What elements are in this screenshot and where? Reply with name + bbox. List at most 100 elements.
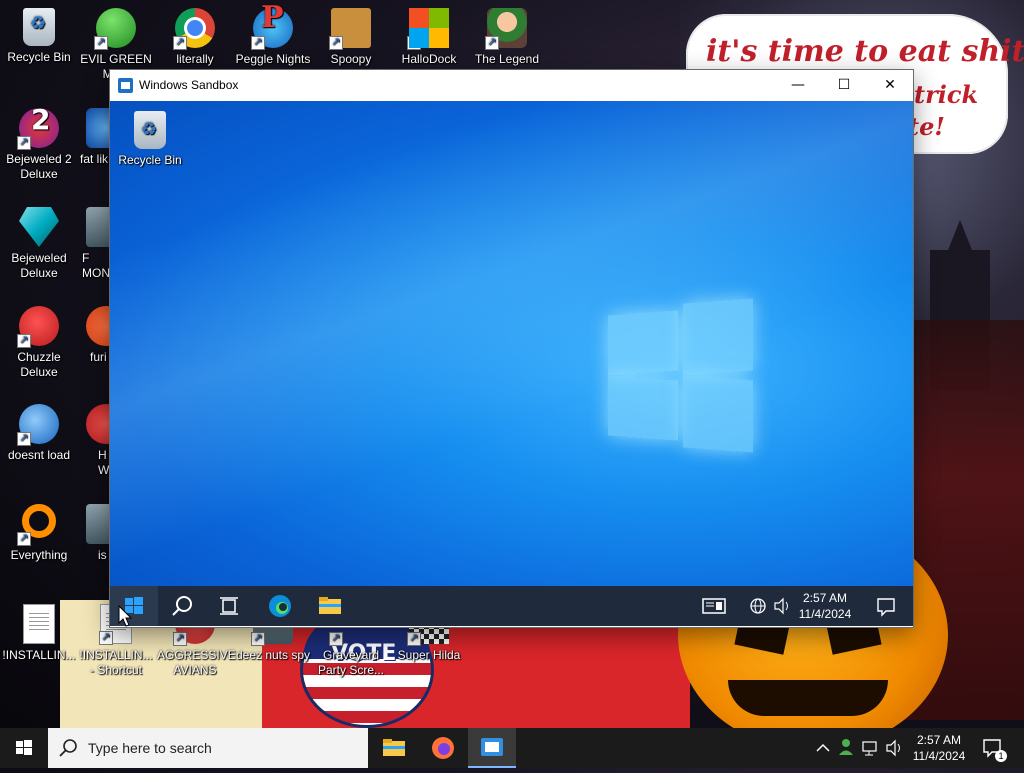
desktop-icon-recycle-bin[interactable]: Recycle Bin bbox=[1, 2, 77, 65]
people-tray-button[interactable] bbox=[834, 728, 858, 768]
news-icon bbox=[702, 598, 726, 614]
window-titlebar[interactable]: Windows Sandbox — ☐ ✕ bbox=[110, 70, 913, 101]
sandbox-volume-button[interactable] bbox=[770, 586, 794, 626]
desktop-icon-label: deez nuts spy bbox=[235, 648, 311, 662]
taskbar: Type here to search 2:57 AM 11/4/2024 1 bbox=[0, 728, 1024, 768]
folder-icon bbox=[319, 597, 341, 614]
sandbox-task-view-button[interactable] bbox=[206, 586, 254, 626]
desktop-icon-label: The Legend bbox=[474, 52, 540, 66]
search-box[interactable]: Type here to search bbox=[48, 728, 368, 768]
network-icon bbox=[862, 741, 877, 756]
speaker-volume-icon bbox=[886, 739, 900, 757]
network-tray-button[interactable] bbox=[858, 728, 882, 768]
file-explorer-button[interactable] bbox=[370, 728, 418, 768]
logo-pane-bl bbox=[608, 375, 678, 441]
sandbox-app-icon bbox=[118, 78, 133, 93]
minimize-button[interactable]: — bbox=[775, 70, 821, 101]
desktop-icon-fat-lik[interactable]: fat lik bbox=[62, 102, 110, 167]
furi-icon bbox=[86, 306, 110, 346]
desktop-icon-label: !INSTALLIN... - Shortcut bbox=[79, 648, 153, 677]
taskbar-date: 11/4/2024 bbox=[912, 749, 966, 763]
shortcut-arrow-icon bbox=[99, 629, 113, 645]
sandbox-notifications-button[interactable] bbox=[864, 586, 908, 626]
mouse-cursor-icon bbox=[118, 605, 132, 627]
text-file-icon bbox=[23, 604, 55, 644]
sandbox-news-button[interactable] bbox=[692, 586, 736, 626]
desktop-icon-label: Spoopy bbox=[330, 52, 372, 66]
desktop-icon-label: Graveyard Party Scre... bbox=[317, 648, 385, 677]
desktop-icon-literally[interactable]: literally bbox=[157, 2, 233, 67]
sandbox-window[interactable]: Windows Sandbox — ☐ ✕ Recycle Bin bbox=[110, 70, 913, 627]
desktop-icon-f-mon[interactable]: F MON bbox=[62, 201, 110, 281]
is-icon bbox=[86, 504, 110, 544]
desktop-icon-label: Peggle Nights bbox=[235, 52, 311, 66]
logo-pane-tl bbox=[608, 310, 678, 376]
sandbox-network-button[interactable] bbox=[746, 586, 770, 626]
h-w-icon bbox=[86, 404, 110, 444]
people-icon bbox=[839, 739, 853, 755]
speech-line-1: it's time to eat shit bbox=[706, 34, 1024, 69]
action-center-button[interactable] bbox=[976, 728, 1024, 768]
bejeweled-2-icon bbox=[17, 108, 59, 150]
show-hidden-icons-button[interactable] bbox=[812, 728, 834, 768]
taskbar-clock[interactable]: 2:57 AM 11/4/2024 bbox=[908, 732, 970, 764]
edge-browser-icon bbox=[269, 595, 291, 617]
speech-line-3: te! bbox=[908, 112, 945, 141]
shortcut-arrow-icon bbox=[94, 34, 108, 50]
sandbox-edge-button[interactable] bbox=[256, 586, 304, 626]
firefox-button[interactable] bbox=[419, 728, 467, 768]
peggle-icon bbox=[251, 8, 293, 50]
pumpkin-mouth bbox=[728, 680, 888, 716]
globe-network-icon bbox=[750, 598, 766, 614]
shortcut-arrow-icon bbox=[17, 530, 31, 546]
close-button[interactable]: ✕ bbox=[867, 70, 913, 101]
task-view-icon bbox=[220, 597, 238, 615]
desktop-icon-hallodock[interactable]: HalloDock bbox=[391, 2, 467, 67]
sandbox-recycle-bin-label: Recycle Bin bbox=[118, 153, 182, 167]
sandbox-date: 11/4/2024 bbox=[798, 607, 852, 621]
search-icon bbox=[59, 739, 77, 757]
sandbox-recycle-bin[interactable]: Recycle Bin bbox=[118, 109, 182, 167]
sandbox-file-explorer-button[interactable] bbox=[306, 586, 354, 626]
desktop-icon-label: F MON bbox=[82, 251, 110, 280]
desktop-icon-h-w[interactable]: H W bbox=[62, 398, 110, 478]
desktop-icon-furi[interactable]: furi bbox=[62, 300, 110, 365]
shortcut-arrow-icon bbox=[251, 630, 265, 646]
shortcut-arrow-icon bbox=[17, 430, 31, 446]
logo-pane-br bbox=[683, 375, 753, 453]
desktop-icon-label: furi bbox=[90, 350, 107, 364]
sandbox-desktop[interactable]: Recycle Bin bbox=[110, 101, 913, 586]
shortcut-arrow-icon bbox=[407, 34, 421, 50]
green-men-icon bbox=[94, 8, 136, 50]
legend-character-icon bbox=[485, 8, 527, 50]
shortcut-arrow-icon bbox=[485, 34, 499, 50]
desktop-icon-peggle-nights[interactable]: Peggle Nights bbox=[235, 2, 311, 67]
desktop-icon-label: H W bbox=[98, 448, 110, 477]
notification-icon bbox=[877, 598, 895, 617]
sandbox-clock[interactable]: 2:57 AM 11/4/2024 bbox=[792, 590, 858, 622]
sandbox-search-button[interactable] bbox=[158, 586, 206, 626]
volume-tray-button[interactable] bbox=[882, 728, 906, 768]
desktop-icon-label: !INSTALLIN... bbox=[2, 648, 76, 662]
maximize-button[interactable]: ☐ bbox=[821, 70, 867, 101]
windows-sandbox-taskbar-button[interactable] bbox=[468, 728, 516, 768]
desktop-icon-the-legend[interactable]: The Legend bbox=[469, 2, 545, 67]
search-icon bbox=[172, 596, 192, 616]
mon-icon bbox=[86, 207, 110, 247]
firefox-icon bbox=[432, 737, 454, 759]
wallpaper-light-beam bbox=[110, 101, 913, 586]
start-button[interactable] bbox=[0, 728, 48, 768]
desktop-icon-spoopy[interactable]: Spoopy bbox=[313, 2, 389, 67]
chrome-icon bbox=[173, 8, 215, 50]
sandbox-app-icon bbox=[481, 738, 503, 756]
desktop-icon-label: AGGRESSIVE AVIANS bbox=[157, 648, 236, 677]
windows-logo-wallpaper bbox=[608, 298, 754, 453]
windows-start-icon bbox=[16, 740, 32, 755]
recycle-bin-icon bbox=[23, 8, 55, 46]
microsoft-logo-icon bbox=[407, 8, 449, 50]
desktop-icon-is[interactable]: is bbox=[62, 498, 110, 563]
sandbox-taskbar: 2:57 AM 11/4/2024 bbox=[110, 586, 913, 626]
window-title: Windows Sandbox bbox=[139, 78, 239, 92]
sandbox-time: 2:57 AM bbox=[802, 591, 848, 605]
desktop-icon-installing[interactable]: !INSTALLIN... bbox=[1, 598, 77, 663]
